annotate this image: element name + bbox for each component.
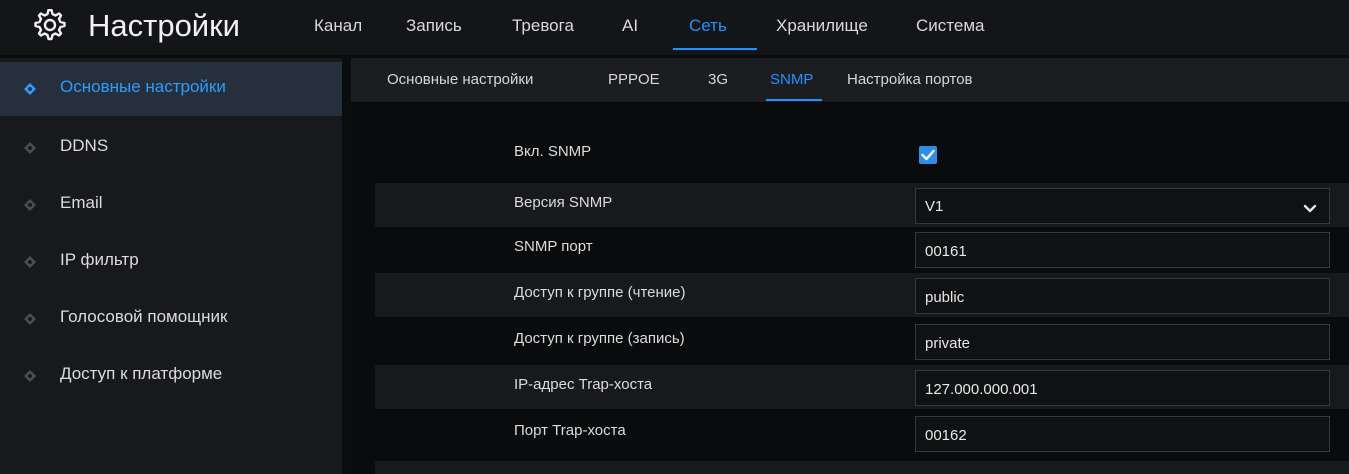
read-community-input[interactable]: public (915, 278, 1330, 314)
read-community-value: public (925, 289, 965, 306)
form-row-divider (375, 461, 1349, 474)
sidebar-item-label: Основные настройки (60, 77, 226, 96)
sidebar-item-label: Email (60, 193, 103, 212)
snmp-version-label: Версия SNMP (514, 194, 613, 211)
form-row-enable: Вкл. SNMP (375, 132, 1349, 176)
snmp-version-select[interactable]: V1 (915, 188, 1330, 224)
diamond-icon (24, 141, 36, 154)
form-row-trap-ip: IP-адрес Trap-хоста 127.000.000.001 (375, 365, 1349, 409)
snmp-port-input[interactable]: 00161 (915, 232, 1330, 268)
write-community-label: Доступ к группе (запись) (514, 330, 685, 347)
trap-host-ip-input[interactable]: 127.000.000.001 (915, 370, 1330, 406)
trap-host-ip-label: IP-адрес Trap-хоста (514, 376, 653, 393)
enable-snmp-checkbox[interactable] (919, 146, 937, 164)
snmp-version-value: V1 (925, 198, 944, 215)
read-community-label: Доступ к группе (чтение) (514, 284, 686, 301)
page-title: Настройки (88, 8, 241, 43)
sidebar-item-label: DDNS (60, 136, 109, 155)
sidebar-item-ip-filter[interactable]: IP фильтр (0, 235, 342, 289)
active-tab-indicator (673, 48, 757, 50)
enable-snmp-label: Вкл. SNMP (514, 143, 592, 160)
subtab-pppoe[interactable]: PPPOE (608, 71, 660, 88)
form-row-write-community: Доступ к группе (запись) private (375, 319, 1349, 363)
trap-host-port-input[interactable]: 00162 (915, 416, 1330, 452)
checkmark-icon (921, 149, 935, 161)
form-row-port: SNMP порт 00161 (375, 227, 1349, 271)
tab-ai[interactable]: AI (622, 14, 638, 38)
write-community-value: private (925, 335, 971, 352)
snmp-port-label: SNMP порт (514, 238, 593, 255)
sidebar-item-platform-access[interactable]: Доступ к платформе (0, 349, 342, 403)
diamond-icon (24, 312, 36, 325)
sidebar-item-basic-settings[interactable]: Основные настройки (0, 62, 342, 116)
diamond-icon (24, 369, 36, 382)
sidebar-item-label: Голосовой помощник (60, 307, 228, 326)
trap-host-ip-value: 127.000.000.001 (925, 381, 1038, 398)
form-row-trap-port: Порт Trap-хоста 00162 (375, 411, 1349, 455)
form-row-read-community: Доступ к группе (чтение) public (375, 273, 1349, 317)
tab-storage[interactable]: Хранилище (776, 14, 868, 38)
sidebar-item-email[interactable]: Email (0, 178, 342, 232)
tab-network[interactable]: Сеть (689, 14, 727, 38)
diamond-icon (24, 255, 36, 268)
active-subtab-indicator (766, 99, 822, 101)
form-row-version: Версия SNMP V1 (375, 183, 1349, 227)
subtab-3g[interactable]: 3G (708, 71, 728, 88)
subtab-snmp[interactable]: SNMP (770, 71, 813, 88)
tab-channel[interactable]: Канал (314, 14, 362, 38)
sidebar: Основные настройки DDNS Email IP фильтр … (0, 58, 342, 474)
tab-system[interactable]: Система (916, 14, 984, 38)
subtab-basic-settings[interactable]: Основные настройки (387, 71, 533, 88)
tab-alarm[interactable]: Тревога (512, 14, 574, 38)
sidebar-item-voice-assistant[interactable]: Голосовой помощник (0, 292, 342, 346)
snmp-port-value: 00161 (925, 243, 967, 260)
diamond-icon (24, 82, 36, 95)
write-community-input[interactable]: private (915, 324, 1330, 360)
diamond-icon (24, 198, 36, 211)
sidebar-item-label: IP фильтр (60, 250, 139, 269)
trap-host-port-value: 00162 (925, 427, 967, 444)
sidebar-item-label: Доступ к платформе (60, 364, 223, 383)
top-bar: Настройки Канал Запись Тревога AI Сеть Х… (0, 0, 1349, 55)
chevron-down-icon (1303, 201, 1317, 213)
sidebar-item-ddns[interactable]: DDNS (0, 121, 342, 175)
subtab-port-settings[interactable]: Настройка портов (847, 71, 973, 88)
tab-record[interactable]: Запись (406, 14, 462, 38)
sub-tab-bar: Основные настройки PPPOE 3G SNMP Настрой… (351, 58, 1349, 102)
gear-icon (34, 8, 66, 41)
trap-host-port-label: Порт Trap-хоста (514, 422, 626, 439)
